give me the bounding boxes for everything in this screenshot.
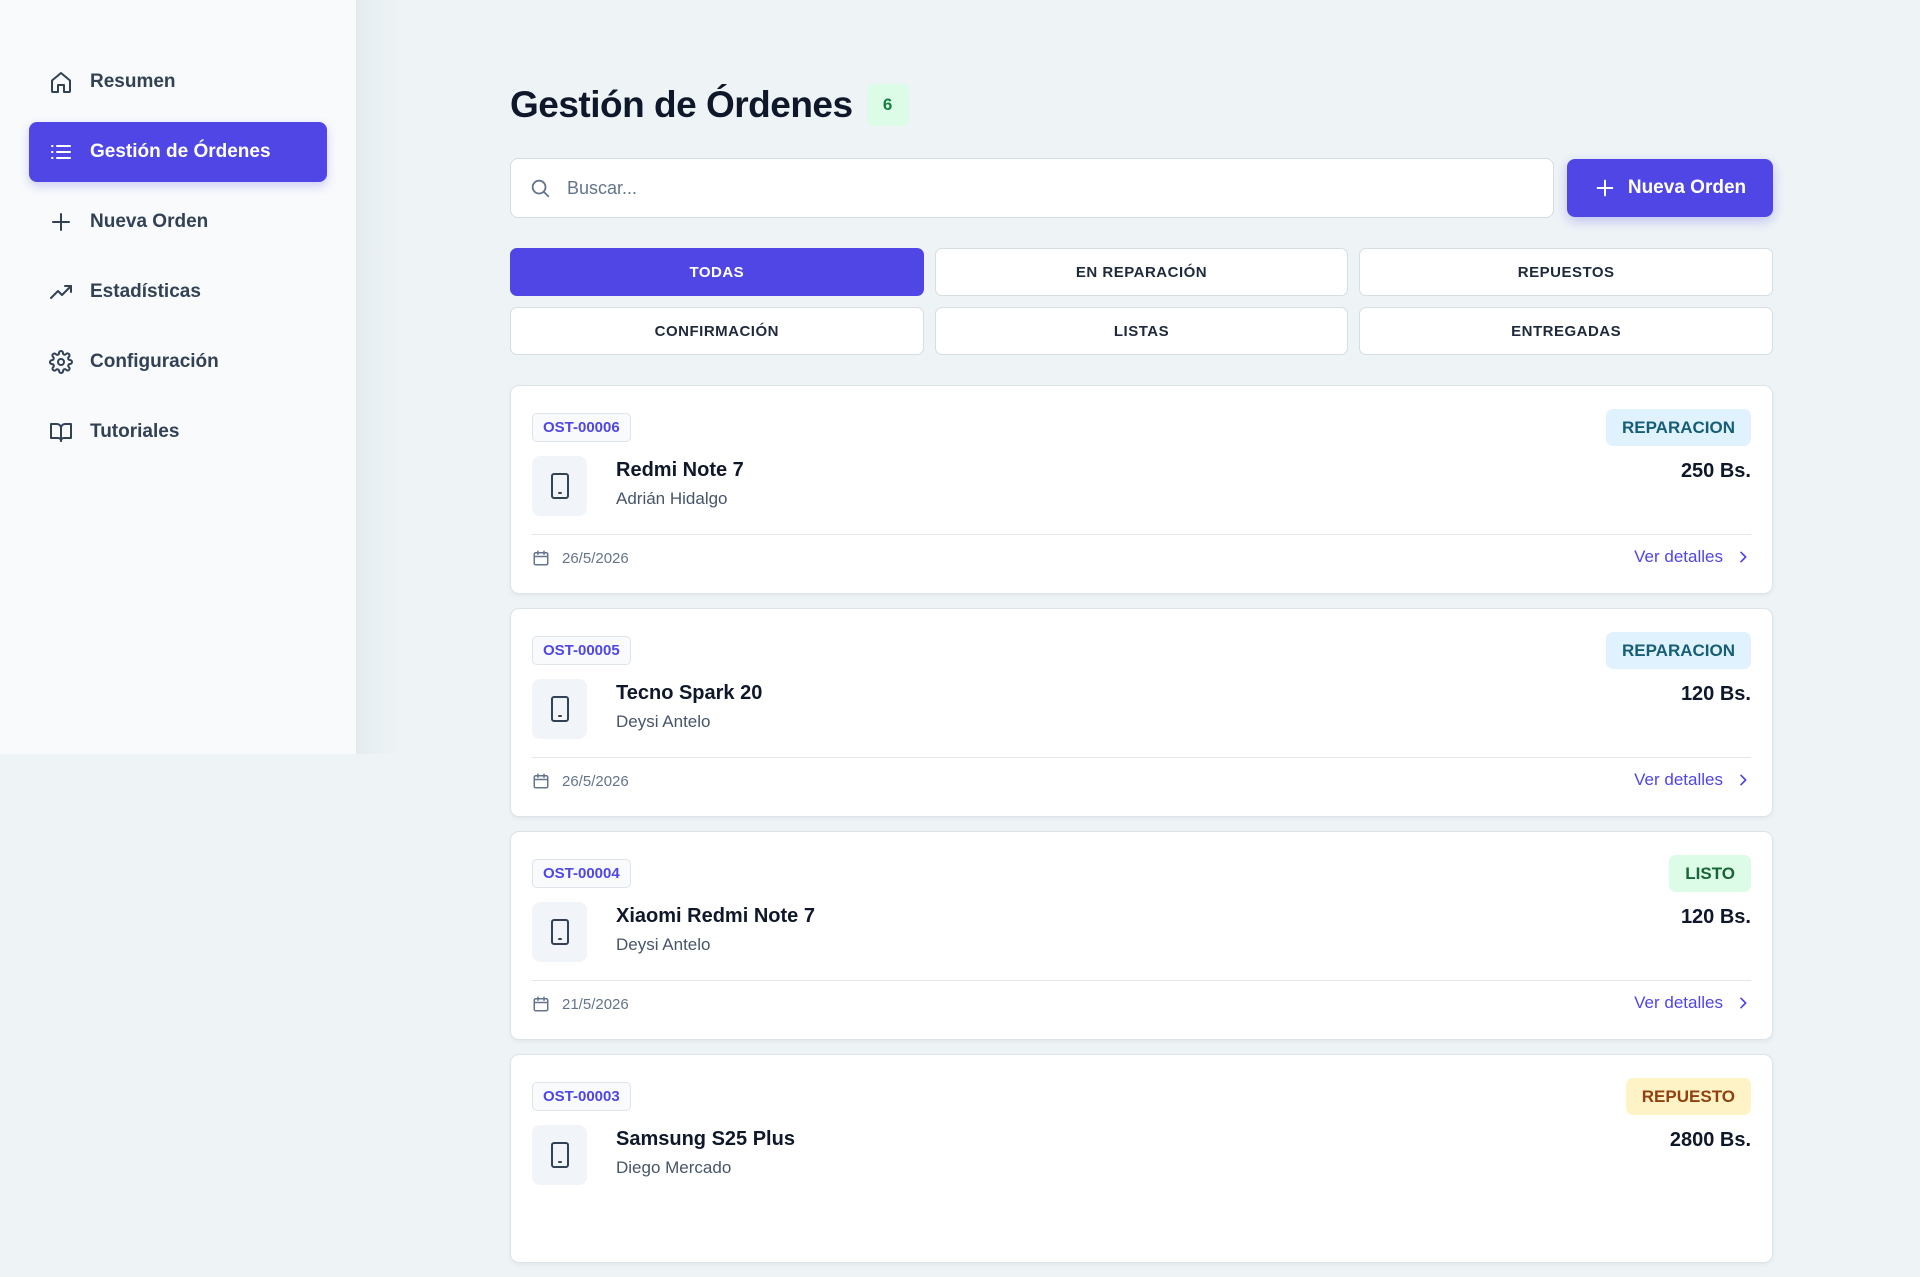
plus-icon: [1596, 179, 1614, 197]
sidebar-item-label: Tutoriales: [90, 421, 180, 442]
view-details-link[interactable]: Ver detalles: [1634, 770, 1751, 790]
search-row: Nueva Orden: [510, 158, 1773, 218]
search-box[interactable]: [510, 158, 1554, 218]
order-id: OST-00004: [532, 859, 631, 888]
title-row: Gestión de Órdenes 6: [510, 84, 909, 126]
sidebar: Resumen Gestión de Órdenes Nueva Orden E…: [0, 0, 401, 754]
sidebar-item-label: Resumen: [90, 71, 176, 92]
order-id: OST-00006: [532, 413, 631, 442]
sidebar-item-resumen[interactable]: Resumen: [29, 52, 327, 112]
order-price: 120 Bs.: [1680, 683, 1751, 705]
device-name: Redmi Note 7: [616, 459, 744, 481]
trending-up-icon: [49, 280, 73, 304]
order-date: 26/5/2026: [562, 549, 629, 567]
device-name: Xiaomi Redmi Note 7: [616, 905, 815, 927]
client-name: Deysi Antelo: [616, 712, 711, 731]
sidebar-item-estadisticas[interactable]: Estadísticas: [29, 262, 327, 322]
card-divider: [532, 980, 1751, 981]
smartphone-icon: [532, 902, 587, 962]
order-date: 21/5/2026: [562, 995, 629, 1013]
order-count-badge: 6: [866, 84, 909, 126]
list-icon: [49, 140, 73, 164]
filter-en-reparacion[interactable]: EN REPARACIÓN: [934, 248, 1349, 296]
calendar-icon: [533, 996, 549, 1012]
order-card[interactable]: OST-00005 REPARACION Tecno Spark 20 Deys…: [510, 608, 1773, 817]
filter-listas[interactable]: LISTAS: [934, 307, 1349, 355]
order-date-wrap: 26/5/2026: [532, 549, 629, 567]
status-badge: REPARACION: [1605, 632, 1751, 669]
filter-repuestos[interactable]: REPUESTOS: [1359, 248, 1773, 296]
order-price: 120 Bs.: [1680, 906, 1751, 928]
new-order-label: Nueva Orden: [1627, 177, 1747, 198]
device-name: Tecno Spark 20: [616, 682, 763, 704]
smartphone-icon: [532, 1125, 587, 1185]
page-title: Gestión de Órdenes: [510, 84, 853, 125]
order-price: 250 Bs.: [1680, 460, 1751, 482]
order-card[interactable]: OST-00006 REPARACION Redmi Note 7 Adrián…: [510, 385, 1773, 594]
calendar-icon: [533, 773, 549, 789]
plus-icon: [49, 210, 73, 234]
chevron-right-icon: [1740, 997, 1747, 1009]
search-icon: [531, 179, 550, 198]
sidebar-item-tutoriales[interactable]: Tutoriales: [29, 402, 327, 462]
smartphone-icon: [532, 456, 587, 516]
new-order-button[interactable]: Nueva Orden: [1567, 159, 1773, 217]
client-name: Diego Mercado: [616, 1158, 732, 1177]
order-date: 26/5/2026: [562, 772, 629, 790]
order-card[interactable]: OST-00004 LISTO Xiaomi Redmi Note 7 Deys…: [510, 831, 1773, 1040]
order-list: OST-00006 REPARACION Redmi Note 7 Adrián…: [510, 385, 1773, 1277]
filter-todas[interactable]: TODAS: [510, 248, 924, 296]
status-badge: REPUESTO: [1625, 1078, 1751, 1115]
view-details-label: Ver detalles: [1634, 770, 1723, 789]
order-date-wrap: 26/5/2026: [532, 772, 629, 790]
status-filters: TODAS EN REPARACIÓN REPUESTOS CONFIRMACI…: [510, 248, 1773, 355]
view-details-label: Ver detalles: [1634, 547, 1723, 566]
order-date-wrap: 21/5/2026: [532, 995, 629, 1013]
book-icon: [49, 420, 73, 444]
view-details-label: Ver detalles: [1634, 993, 1723, 1012]
order-id: OST-00005: [532, 636, 631, 665]
filter-entregadas[interactable]: ENTREGADAS: [1359, 307, 1773, 355]
sidebar-item-gestion-ordenes[interactable]: Gestión de Órdenes: [29, 122, 327, 182]
status-badge: REPARACION: [1605, 409, 1751, 446]
gear-icon: [49, 350, 73, 374]
sidebar-item-label: Estadísticas: [90, 281, 201, 302]
sidebar-item-label: Nueva Orden: [90, 211, 209, 232]
order-id: OST-00003: [532, 1082, 631, 1111]
card-divider: [532, 534, 1751, 535]
chevron-right-icon: [1740, 774, 1747, 786]
device-name: Samsung S25 Plus: [616, 1128, 795, 1150]
card-divider: [532, 757, 1751, 758]
order-card[interactable]: OST-00003 REPUESTO Samsung S25 Plus Dieg…: [510, 1054, 1773, 1263]
filter-confirmacion[interactable]: CONFIRMACIÓN: [510, 307, 924, 355]
sidebar-item-configuracion[interactable]: Configuración: [29, 332, 327, 392]
order-price: 2800 Bs.: [1669, 1129, 1751, 1151]
sidebar-item-label: Configuración: [90, 351, 219, 372]
client-name: Deysi Antelo: [616, 935, 711, 954]
client-name: Adrián Hidalgo: [616, 489, 728, 508]
view-details-link[interactable]: Ver detalles: [1634, 993, 1751, 1013]
calendar-icon: [533, 550, 549, 566]
sidebar-item-nueva-orden[interactable]: Nueva Orden: [29, 192, 327, 252]
chevron-right-icon: [1740, 551, 1747, 563]
status-badge: LISTO: [1669, 855, 1751, 892]
sidebar-item-label: Gestión de Órdenes: [90, 141, 271, 162]
smartphone-icon: [532, 679, 587, 739]
home-icon: [49, 70, 73, 94]
search-input[interactable]: [567, 177, 1489, 199]
view-details-link[interactable]: Ver detalles: [1634, 547, 1751, 567]
